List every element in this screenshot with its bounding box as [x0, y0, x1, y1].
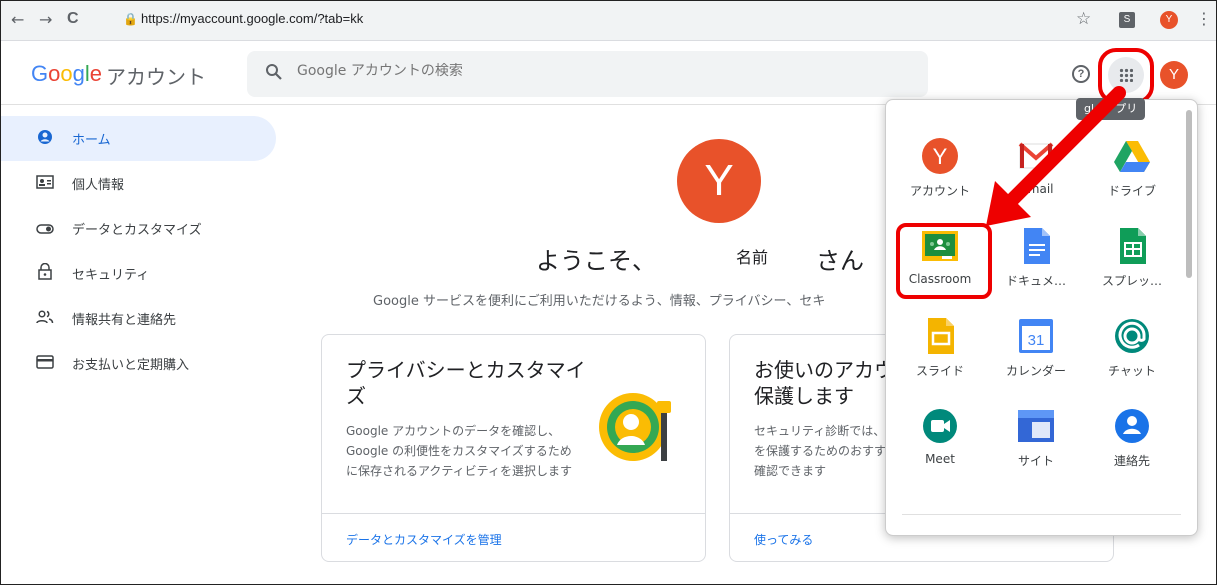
- profile-avatar[interactable]: Y: [1160, 11, 1178, 29]
- apps-tooltip: gle アプリ: [1076, 98, 1146, 120]
- app-label: カレンダー: [1005, 364, 1066, 378]
- app-label: チャット: [1108, 364, 1156, 378]
- welcome-subtitle: Google サービスを便利にご利用いただけるよう、情報、プライバシー、セキ: [373, 294, 826, 309]
- account-avatar[interactable]: Y: [1160, 61, 1188, 89]
- sidebar-item-label: ホーム: [72, 133, 111, 148]
- browser-window: { "browser": { "url": "https://myaccount…: [0, 0, 1217, 585]
- app-contacts[interactable]: 連絡先: [1084, 392, 1180, 482]
- google-apps-panel: Y アカウント Gmail ドライブ Classroom ドキュメ… スプレッ……: [885, 99, 1198, 536]
- sidebar-item-data[interactable]: データとカスタマイズ: [1, 206, 276, 251]
- app-sheets[interactable]: スプレッ…: [1084, 212, 1180, 302]
- sidebar-nav: ホーム 個人情報 データとカスタマイズ セキュリティ 情報共有と連絡先 お支払い…: [1, 116, 276, 386]
- app-label: 連絡先: [1113, 454, 1150, 468]
- url-text[interactable]: https://myaccount.google.com/?tab=kk: [141, 11, 363, 26]
- app-label: Meet: [925, 452, 955, 466]
- calendar-icon: 31: [1018, 318, 1054, 354]
- people-icon: [34, 309, 56, 328]
- lock-icon: 🔒: [123, 12, 138, 26]
- meet-icon: [922, 408, 958, 444]
- app-drive[interactable]: ドライブ: [1084, 122, 1180, 212]
- card-text: Google アカウントのデータを確認し、Google の利便性をカスタマイズす…: [346, 424, 572, 478]
- sidebar-item-label: データとカスタマイズ: [72, 223, 202, 238]
- sheets-icon: [1114, 228, 1150, 264]
- account-circle-icon: [34, 129, 56, 149]
- help-icon[interactable]: ?: [1072, 65, 1090, 83]
- id-card-icon: [34, 174, 56, 193]
- app-meet[interactable]: Meet: [892, 392, 988, 482]
- google-logo[interactable]: Google: [31, 61, 102, 87]
- account-app-icon: Y: [922, 138, 958, 174]
- sidebar-item-label: お支払いと定期購入: [72, 358, 190, 373]
- try-it-link[interactable]: 使ってみる: [754, 531, 813, 548]
- app-account[interactable]: Y アカウント: [892, 122, 988, 212]
- app-docs[interactable]: ドキュメ…: [988, 212, 1084, 302]
- user-name: 名前: [736, 248, 769, 267]
- welcome-prefix: ようこそ、: [536, 247, 656, 275]
- sidebar-item-personal-info[interactable]: 個人情報: [1, 161, 276, 206]
- credit-card-icon: [34, 354, 56, 373]
- sidebar-item-security[interactable]: セキュリティ: [1, 251, 276, 296]
- app-label: ドキュメ…: [1005, 274, 1066, 288]
- back-button[interactable]: ←: [11, 10, 24, 29]
- search-input[interactable]: [297, 63, 897, 79]
- profile-avatar-large[interactable]: Y: [677, 139, 761, 223]
- sidebar-item-home[interactable]: ホーム: [1, 116, 276, 161]
- app-label: アカウント: [909, 184, 970, 198]
- browser-menu-icon[interactable]: ⋮: [1196, 9, 1212, 28]
- product-name: アカウント: [106, 65, 206, 89]
- contacts-icon: [1114, 408, 1150, 444]
- sites-icon: [1018, 408, 1054, 444]
- reload-button[interactable]: C: [67, 10, 79, 28]
- app-slides[interactable]: スライド: [892, 302, 988, 392]
- star-icon[interactable]: ☆: [1076, 9, 1091, 29]
- app-label: サイト: [1017, 454, 1054, 468]
- search-box[interactable]: [247, 51, 928, 97]
- drive-icon: [1114, 138, 1150, 174]
- forward-button[interactable]: →: [39, 10, 52, 29]
- panel-divider: [902, 514, 1181, 515]
- search-icon[interactable]: [265, 63, 283, 86]
- app-chat[interactable]: チャット: [1084, 302, 1180, 392]
- panel-scrollbar[interactable]: [1186, 110, 1192, 278]
- welcome-heading: ようこそ、 名前 さん: [536, 241, 864, 276]
- extension-icon[interactable]: S: [1119, 12, 1135, 28]
- app-label: スプレッ…: [1101, 274, 1162, 288]
- privacy-card: プライバシーとカスタマイズ Google アカウントのデータを確認し、Googl…: [321, 334, 706, 562]
- browser-toolbar: ← → C 🔒 https://myaccount.google.com/?ta…: [1, 1, 1216, 41]
- sidebar-item-label: 個人情報: [72, 178, 125, 193]
- app-sites[interactable]: サイト: [988, 392, 1084, 482]
- app-calendar[interactable]: 31 カレンダー: [988, 302, 1084, 392]
- gmail-icon: [1018, 138, 1054, 174]
- sidebar-item-sharing[interactable]: 情報共有と連絡先: [1, 296, 276, 341]
- app-label: Gmail: [1018, 182, 1054, 196]
- chat-icon: [1114, 318, 1150, 354]
- docs-icon: [1018, 228, 1054, 264]
- welcome-suffix: さん: [816, 247, 865, 275]
- app-gmail[interactable]: Gmail: [988, 122, 1084, 212]
- apps-button-highlight: [1098, 48, 1154, 104]
- app-label: ドライブ: [1107, 184, 1156, 198]
- svg-text:31: 31: [1028, 332, 1045, 349]
- card-title: プライバシーとカスタマイズ: [346, 358, 586, 408]
- lock-icon: [34, 262, 56, 284]
- card-divider: [322, 513, 705, 514]
- slides-icon: [922, 318, 958, 354]
- app-header: Google アカウント ? Y: [1, 41, 1216, 105]
- sidebar-item-label: 情報共有と連絡先: [72, 313, 177, 328]
- app-label: スライド: [915, 364, 964, 378]
- privacy-illustration: [599, 393, 671, 461]
- svg-text:Y: Y: [933, 144, 948, 169]
- classroom-highlight: [896, 223, 992, 299]
- toggle-icon: [34, 220, 56, 238]
- sidebar-item-label: セキュリティ: [72, 268, 150, 283]
- sidebar-item-payments[interactable]: お支払いと定期購入: [1, 341, 276, 386]
- manage-data-link[interactable]: データとカスタマイズを管理: [346, 531, 502, 548]
